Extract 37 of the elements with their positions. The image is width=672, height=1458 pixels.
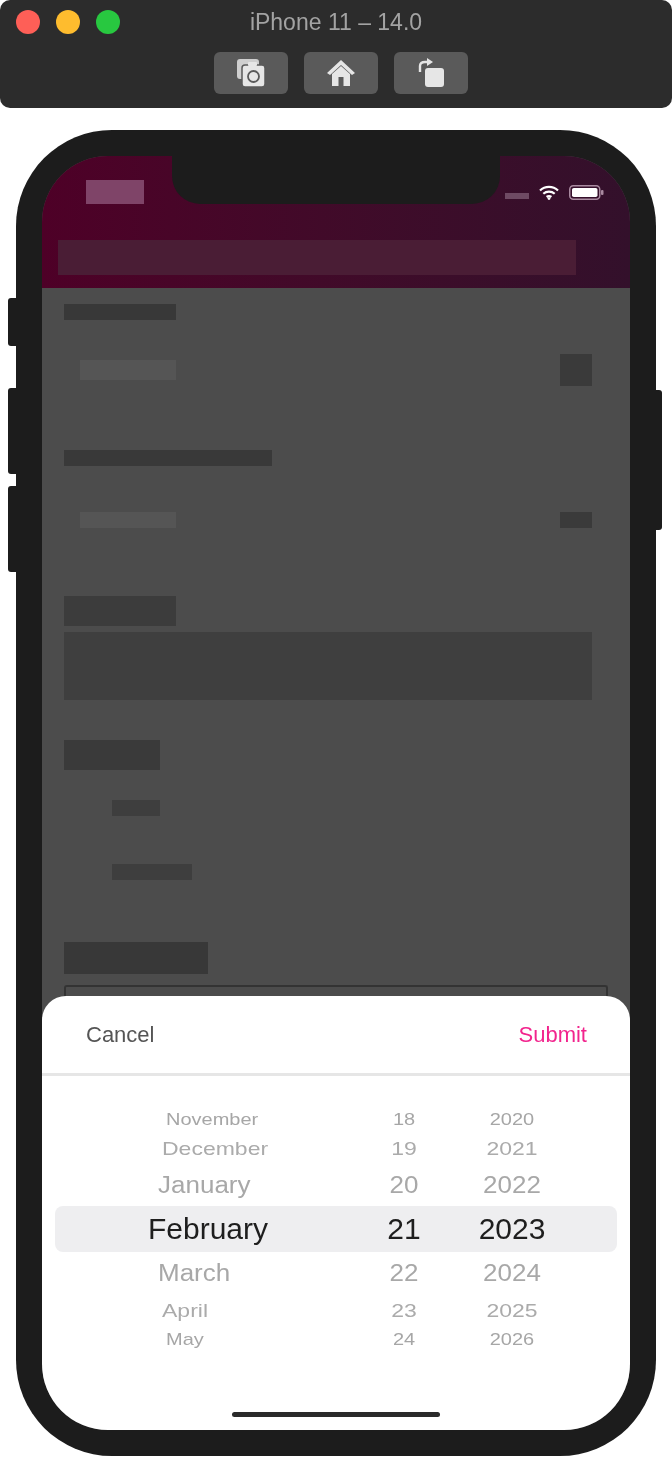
wifi-icon: [539, 184, 559, 200]
minimize-button[interactable]: [56, 10, 80, 34]
picker-option[interactable]: 24: [392, 1331, 416, 1347]
close-button[interactable]: [16, 10, 40, 34]
picker-option[interactable]: March: [158, 1261, 231, 1285]
pixelated-block: [505, 193, 529, 199]
rotate-icon: [417, 58, 445, 88]
picker-option[interactable]: April: [162, 1300, 208, 1320]
battery-icon: [569, 184, 604, 200]
picker-option[interactable]: January: [158, 1173, 251, 1197]
camera-icon: [236, 58, 266, 88]
picker-option[interactable]: 2022: [483, 1173, 541, 1197]
window-title: iPhone 11 – 14.0: [249, 7, 423, 37]
picker-option[interactable]: 22: [389, 1261, 419, 1285]
picker-option[interactable]: 23: [391, 1300, 417, 1320]
screenshot-button[interactable]: [214, 52, 288, 94]
picker-option[interactable]: December: [162, 1138, 269, 1158]
picker-option[interactable]: 18: [392, 1111, 416, 1127]
maximize-button[interactable]: [96, 10, 120, 34]
picker-option[interactable]: 2026: [489, 1331, 535, 1347]
picker-option[interactable]: November: [166, 1111, 259, 1127]
pixelated-block: [86, 180, 144, 204]
picker-option[interactable]: 2025: [486, 1300, 538, 1320]
picker-option[interactable]: 2023: [478, 1214, 546, 1244]
house-icon: [326, 59, 356, 87]
picker-option[interactable]: May: [166, 1331, 204, 1347]
picker-option[interactable]: February: [148, 1214, 269, 1244]
picker-option[interactable]: 2020: [489, 1111, 535, 1127]
rotate-button[interactable]: [394, 52, 468, 94]
picker-option[interactable]: 2021: [486, 1138, 538, 1158]
picker-option[interactable]: 20: [389, 1173, 419, 1197]
cancel-button[interactable]: Cancel: [86, 1018, 155, 1051]
picker-option[interactable]: 19: [391, 1138, 417, 1158]
submit-button[interactable]: Submit: [518, 1018, 587, 1051]
home-button[interactable]: [304, 52, 378, 94]
picker-option[interactable]: 21: [387, 1214, 421, 1244]
picker-option[interactable]: 2024: [483, 1261, 541, 1285]
